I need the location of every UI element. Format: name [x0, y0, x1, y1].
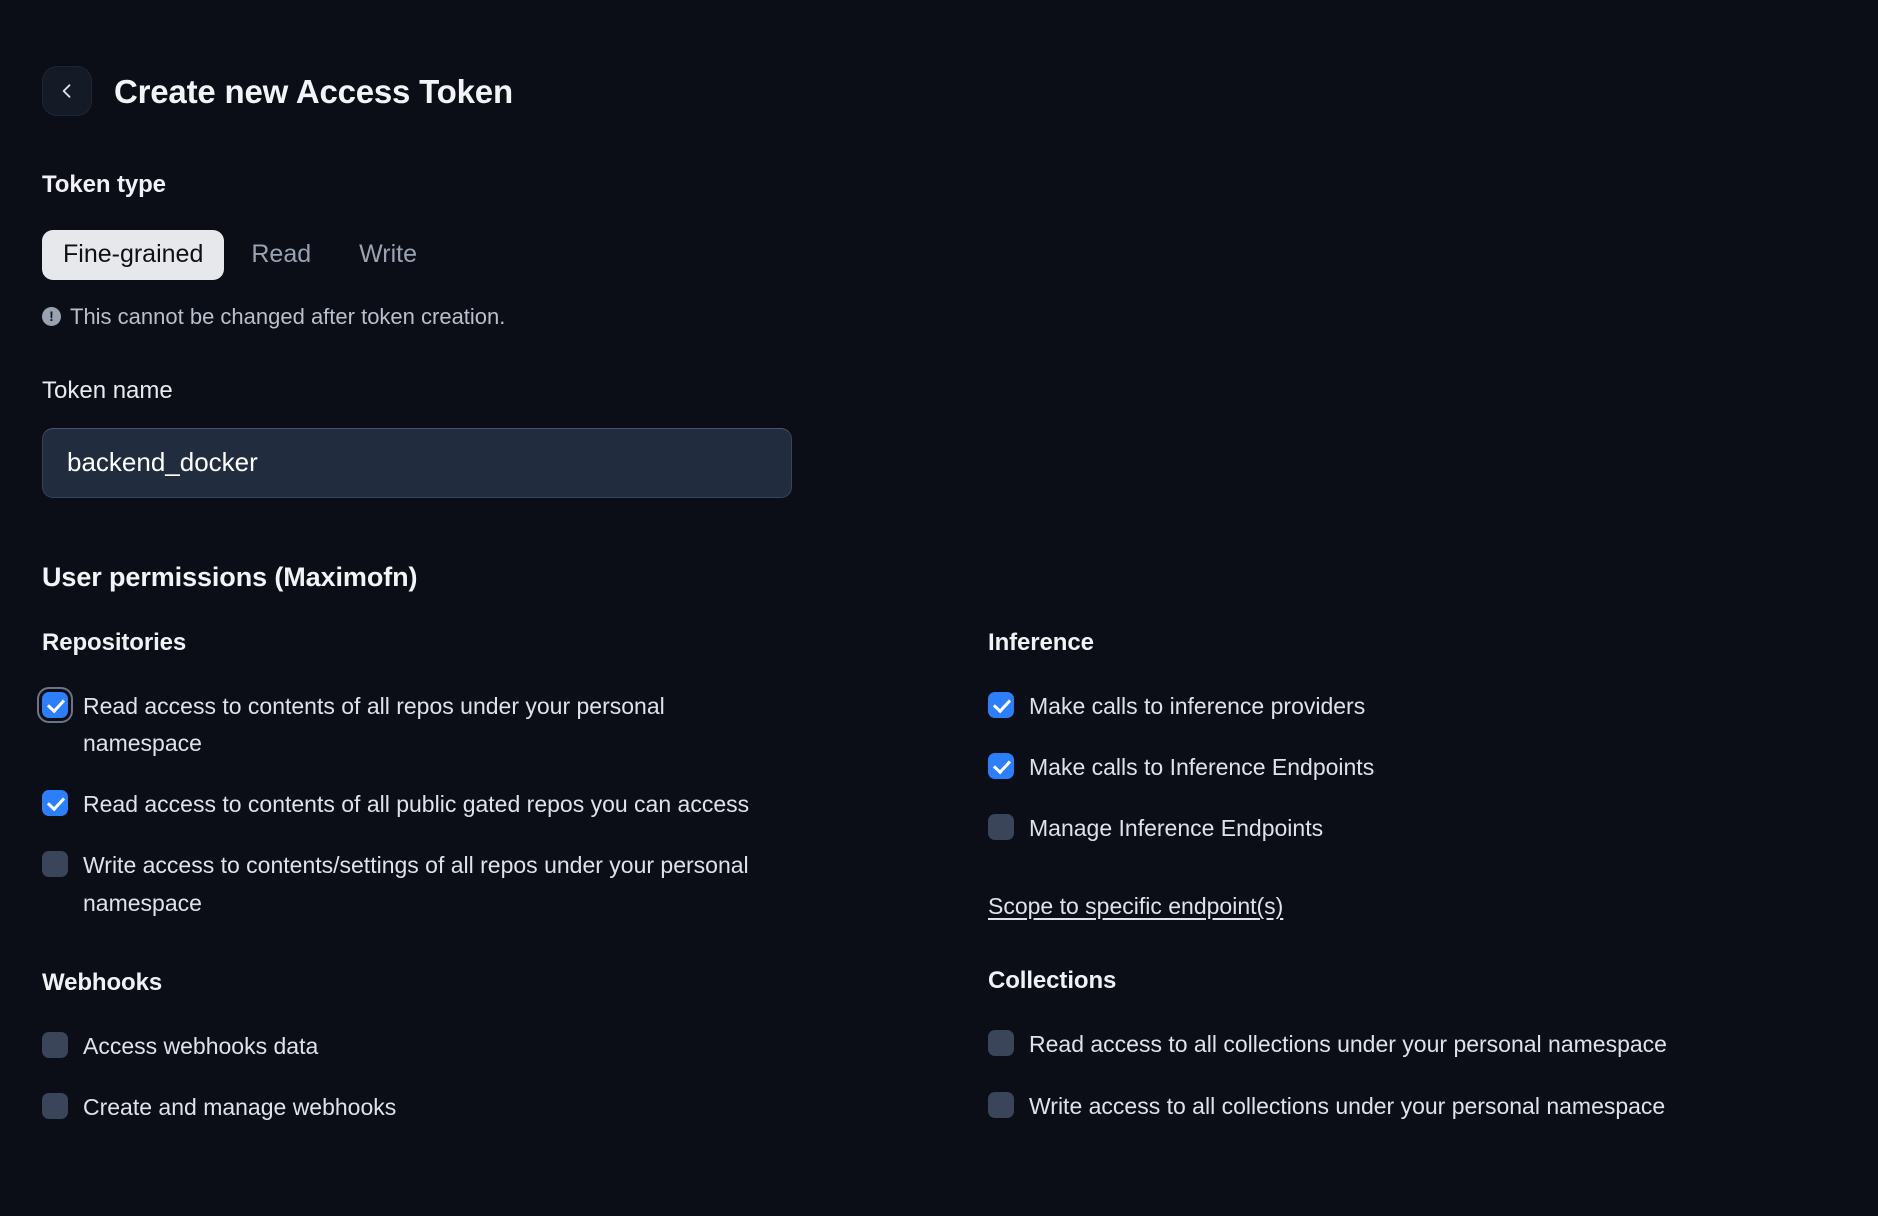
- back-button[interactable]: [42, 66, 92, 116]
- chevron-left-icon: [57, 81, 77, 101]
- permission-group: Repositories Read access to contents of a…: [42, 629, 988, 922]
- permission-group-title: Collections: [988, 967, 1117, 995]
- permission-group-title: Inference: [988, 628, 1094, 656]
- permission-label: Make calls to Inference Endpoints: [1029, 753, 1375, 780]
- permission-label: Write access to all collections under yo…: [1029, 1092, 1666, 1119]
- permission-checkbox-row[interactable]: Manage Inference Endpoints: [988, 810, 1878, 847]
- checkbox-unchecked-icon[interactable]: [42, 1031, 68, 1058]
- permission-checkbox-row[interactable]: Read access to contents of all public ga…: [42, 786, 988, 823]
- checkbox-checked-icon[interactable]: [42, 691, 68, 718]
- create-access-token-page: Create new Access Token Token type Fine-…: [0, 0, 1878, 1216]
- page-header: Create new Access Token: [0, 0, 1878, 116]
- permission-label: Make calls to inference providers: [1029, 692, 1366, 719]
- token-name-section: Token name: [0, 377, 1878, 498]
- permission-checkbox-row[interactable]: Access webhooks data: [42, 1028, 988, 1065]
- permission-checkbox-row[interactable]: Make calls to Inference Endpoints: [988, 749, 1878, 786]
- tab-read[interactable]: Read: [230, 230, 332, 280]
- token-type-label: Token type: [42, 171, 166, 198]
- permission-checkbox-row[interactable]: Write access to all collections under yo…: [988, 1088, 1878, 1125]
- permissions-left-column: Repositories Read access to contents of a…: [42, 629, 988, 1174]
- checkbox-unchecked-icon[interactable]: [988, 1030, 1014, 1057]
- checkbox-unchecked-icon[interactable]: [988, 814, 1014, 840]
- checkbox-unchecked-icon[interactable]: [42, 1093, 68, 1119]
- permission-label: Read access to contents of all repos und…: [83, 692, 665, 756]
- permission-group: Inference Make calls to inference provide…: [988, 629, 1878, 921]
- tab-fine-grained[interactable]: Fine-grained: [42, 230, 225, 280]
- checkbox-checked-icon[interactable]: [988, 752, 1014, 779]
- permission-group-title: Webhooks: [42, 968, 163, 996]
- permission-label: Read access to contents of all public ga…: [83, 791, 750, 817]
- permission-label: Write access to contents/settings of all…: [83, 852, 749, 916]
- permission-checkbox-row[interactable]: Read access to all collections under you…: [988, 1026, 1878, 1063]
- permission-group-title: Repositories: [42, 628, 187, 656]
- token-type-section: Token type Fine-grained Read Write ! Thi…: [0, 171, 1878, 330]
- permission-label: Manage Inference Endpoints: [1029, 815, 1324, 841]
- token-name-input[interactable]: [42, 427, 792, 498]
- permissions-columns: Repositories Read access to contents of a…: [0, 629, 1878, 1174]
- token-type-tabs: Fine-grained Read Write: [42, 230, 1878, 280]
- permission-group: Webhooks Access webhooks data Create and m…: [42, 969, 988, 1127]
- page-title: Create new Access Token: [114, 72, 513, 110]
- user-permissions-title: User permissions (Maximofn): [42, 561, 418, 592]
- permission-label: Create and manage webhooks: [83, 1094, 397, 1120]
- warning-icon: !: [42, 307, 61, 326]
- checkbox-checked-icon[interactable]: [988, 691, 1014, 718]
- permission-checkbox-row[interactable]: Write access to contents/settings of all…: [42, 847, 988, 922]
- scope-to-endpoints-link[interactable]: Scope to specific endpoint(s): [988, 893, 1283, 920]
- permission-checkbox-row[interactable]: Create and manage webhooks: [42, 1089, 988, 1126]
- checkbox-unchecked-icon[interactable]: [42, 851, 68, 878]
- token-name-label: Token name: [42, 376, 173, 404]
- permission-checkbox-row[interactable]: Read access to contents of all repos und…: [42, 688, 988, 763]
- token-type-hint-text: This cannot be changed after token creat…: [70, 303, 506, 329]
- permission-label: Access webhooks data: [83, 1032, 319, 1059]
- checkbox-checked-icon[interactable]: [42, 790, 68, 816]
- tab-write[interactable]: Write: [338, 230, 438, 280]
- checkbox-unchecked-icon[interactable]: [988, 1091, 1014, 1118]
- permission-label: Read access to all collections under you…: [1029, 1031, 1667, 1058]
- permission-group: Collections Read access to all collection…: [988, 967, 1878, 1125]
- permissions-right-column: Inference Make calls to inference provide…: [988, 629, 1878, 1174]
- token-type-hint: ! This cannot be changed after token cre…: [42, 304, 1878, 330]
- permission-checkbox-row[interactable]: Make calls to inference providers: [988, 688, 1878, 725]
